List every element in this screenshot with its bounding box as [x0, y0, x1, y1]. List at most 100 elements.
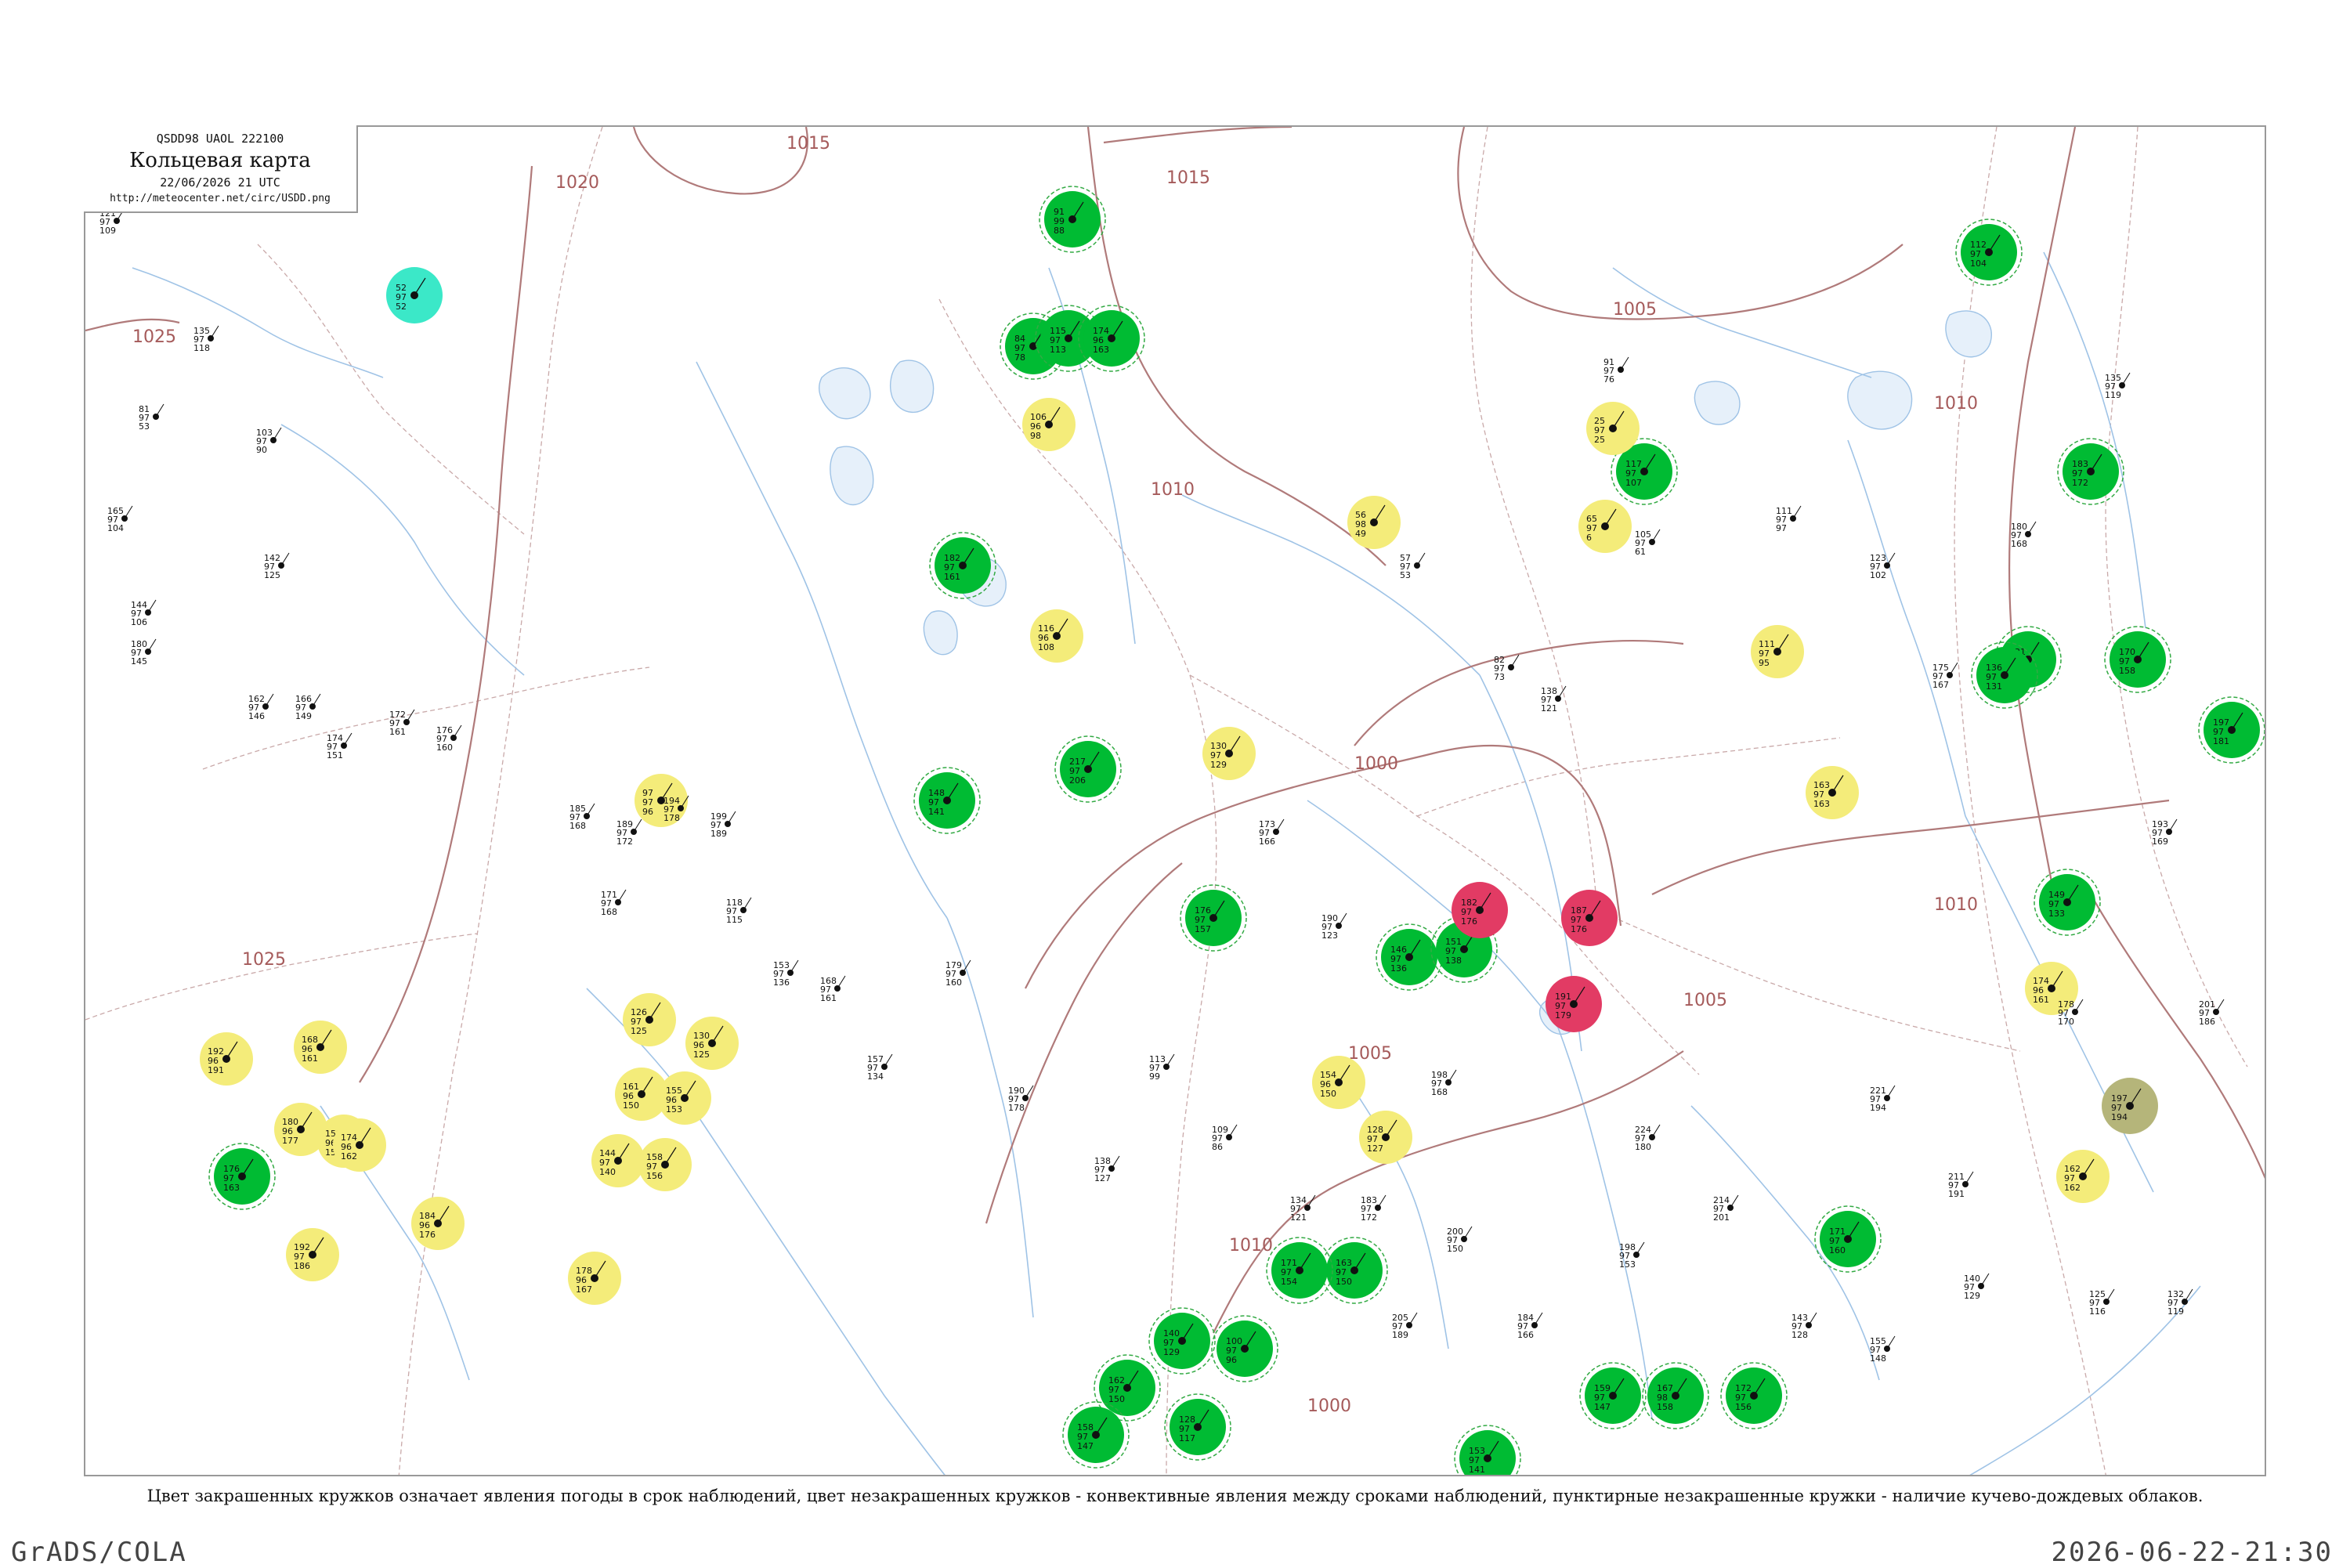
weather-station-showers[interactable]: 17896167	[568, 1252, 621, 1305]
weather-station-plain[interactable]: 18397172	[1361, 1194, 1386, 1223]
weather-station-thunder[interactable]: 18797176	[1561, 890, 1618, 946]
weather-station-showers[interactable]: 15596153	[658, 1071, 711, 1125]
weather-station-showers[interactable]: 65976	[1578, 500, 1632, 553]
weather-station-plain[interactable]: 11897115	[726, 897, 752, 925]
weather-station-rain[interactable]: 12897117	[1164, 1393, 1231, 1461]
weather-station-thunder[interactable]: 19197179	[1546, 976, 1602, 1032]
weather-station-plain[interactable]: 19397169	[2152, 818, 2178, 847]
weather-station-rain[interactable]: 17197154	[1266, 1237, 1333, 1304]
weather-station-plain[interactable]: 1119797	[1776, 505, 1802, 533]
weather-station-showers[interactable]: 569849	[1347, 496, 1401, 549]
weather-station-plain[interactable]: 18497166	[1517, 1312, 1543, 1340]
weather-station-haze[interactable]: 19797194	[2102, 1078, 2158, 1134]
weather-station-plain[interactable]: 1059761	[1635, 529, 1661, 557]
weather-station-showers[interactable]: 13097129	[1202, 727, 1256, 780]
weather-station-plain[interactable]: 20097150	[1447, 1226, 1473, 1254]
weather-station-rain[interactable]: 16397150	[1321, 1237, 1388, 1304]
weather-station-plain[interactable]: 20197186	[2199, 999, 2225, 1027]
weather-station-showers[interactable]: 1069698	[1022, 398, 1076, 451]
weather-station-plain[interactable]: 17497151	[327, 732, 352, 761]
weather-station-plain[interactable]: 13897121	[1541, 685, 1567, 714]
weather-station-plain[interactable]: 18097168	[2011, 521, 2037, 549]
weather-station-showers[interactable]: 1119795	[1751, 625, 1804, 678]
weather-station-plain[interactable]: 17997160	[945, 959, 971, 988]
weather-station-plain[interactable]: 17897170	[2058, 999, 2084, 1027]
weather-station-plain[interactable]: 17597167	[1932, 662, 1958, 690]
weather-station-rain[interactable]: 919988	[1039, 186, 1106, 253]
weather-station-plain[interactable]: 21497201	[1713, 1194, 1739, 1223]
weather-station-showers[interactable]: 12697125	[623, 993, 676, 1046]
weather-station-plain[interactable]: 13897127	[1094, 1155, 1120, 1183]
weather-station-plain[interactable]: 16597104	[107, 505, 133, 533]
weather-station-plain[interactable]: 19897168	[1431, 1069, 1457, 1097]
weather-station-plain[interactable]: 15797134	[867, 1053, 893, 1082]
weather-station-plain[interactable]: 15397136	[773, 959, 799, 988]
weather-station-rain[interactable]: 18297161	[929, 532, 996, 599]
weather-station-rain[interactable]: 14997133	[2034, 869, 2101, 936]
weather-station-plain[interactable]: 17297161	[389, 709, 415, 737]
weather-station-showers[interactable]: 15496150	[1312, 1056, 1365, 1109]
weather-station-rain[interactable]: 21797206	[1054, 735, 1122, 803]
weather-station-plain[interactable]: 20597189	[1392, 1312, 1418, 1340]
weather-station-rain[interactable]: 19797181	[2198, 696, 2265, 764]
weather-station-plain[interactable]: 17697160	[436, 724, 462, 753]
weather-station-showers[interactable]: 14497140	[591, 1134, 645, 1187]
source-url[interactable]: http://meteocenter.net/circ/USDD.png	[84, 193, 356, 204]
weather-station-showers[interactable]: 13096125	[685, 1017, 739, 1070]
weather-station-showers[interactable]: 19296191	[200, 1032, 253, 1086]
weather-station-showers[interactable]: 16896161	[294, 1021, 347, 1074]
weather-station-rain[interactable]: 15397141	[1454, 1425, 1521, 1476]
weather-station-plain[interactable]: 14397128	[1791, 1312, 1817, 1340]
weather-station-rain[interactable]: 14897141	[913, 767, 981, 834]
weather-station-plain[interactable]: 829773	[1494, 654, 1520, 682]
weather-station-showers[interactable]: 17496162	[333, 1118, 386, 1172]
weather-station-rain[interactable]: 17697163	[208, 1143, 276, 1210]
weather-station-showers[interactable]: 16297162	[2056, 1150, 2110, 1203]
weather-station-plain[interactable]: 919776	[1603, 356, 1629, 385]
weather-station-plain[interactable]: 15597148	[1870, 1335, 1896, 1364]
weather-station-plain[interactable]: 12597116	[2089, 1288, 2115, 1317]
weather-station-showers[interactable]: 18496176	[411, 1197, 465, 1250]
weather-station-plain[interactable]: 1039790	[256, 427, 282, 455]
weather-station-rain[interactable]: 17097158	[2104, 626, 2171, 693]
weather-station-plain[interactable]: 14497106	[131, 599, 157, 627]
weather-station-plain[interactable]: 19997189	[710, 811, 736, 839]
weather-station-fog[interactable]: 529752	[386, 267, 443, 323]
weather-station-rain[interactable]: 16798158	[1642, 1362, 1709, 1429]
weather-station-plain[interactable]: 13297119	[2167, 1288, 2193, 1317]
weather-station-rain[interactable]: 14097129	[1148, 1307, 1216, 1375]
weather-station-plain[interactable]: 1099786	[1212, 1124, 1238, 1152]
weather-station-showers[interactable]: 15897156	[638, 1138, 692, 1191]
weather-station-rain[interactable]: 11297104	[1955, 219, 2023, 286]
weather-station-rain[interactable]: 17697157	[1180, 884, 1247, 952]
weather-station-showers[interactable]: 12897127	[1359, 1111, 1412, 1164]
weather-station-showers[interactable]: 259725	[1586, 402, 1640, 455]
weather-station-rain[interactable]: 18397172	[2057, 438, 2124, 505]
map-canvas[interactable]: 1015 1020 1015 1010 1005 1010 1005 1010 1000 1005…	[85, 127, 2266, 1476]
weather-station-plain[interactable]: 819753	[139, 403, 164, 432]
weather-station-plain[interactable]: 13597119	[2105, 372, 2131, 400]
weather-station-plain[interactable]: 579753	[1400, 552, 1426, 580]
weather-station-plain[interactable]: 18997172	[616, 818, 642, 847]
weather-station-plain[interactable]: 22197194	[1870, 1085, 1896, 1113]
weather-station-plain[interactable]: 16897161	[820, 975, 846, 1003]
weather-station-rain[interactable]: 15997147	[1579, 1362, 1647, 1429]
weather-station-plain[interactable]: 13497121	[1290, 1194, 1316, 1223]
weather-station-plain[interactable]: 17397166	[1259, 818, 1285, 847]
weather-station-plain[interactable]: 17197168	[601, 889, 627, 917]
weather-station-plain[interactable]: 13597118	[193, 325, 219, 353]
weather-station-plain[interactable]: 18097145	[131, 638, 157, 667]
weather-station-thunder[interactable]: 18297176	[1452, 882, 1508, 938]
weather-station-showers[interactable]: 19297186	[286, 1228, 339, 1281]
weather-station-rain[interactable]: 17197160	[1814, 1205, 1882, 1273]
weather-station-rain[interactable]: 1009796	[1211, 1315, 1278, 1382]
weather-station-showers[interactable]: 16397163	[1806, 766, 1859, 819]
weather-station-plain[interactable]: 22497180	[1635, 1124, 1661, 1152]
weather-station-plain[interactable]: 16297146	[248, 693, 274, 721]
weather-station-showers[interactable]: 11696108	[1030, 609, 1083, 663]
weather-station-rain[interactable]: 17297156	[1720, 1362, 1788, 1429]
weather-station-plain[interactable]: 14097129	[1964, 1273, 1990, 1301]
weather-station-plain[interactable]: 16697149	[295, 693, 321, 721]
weather-station-plain[interactable]: 18597168	[569, 803, 595, 831]
weather-station-plain[interactable]: 21197191	[1948, 1171, 1974, 1199]
